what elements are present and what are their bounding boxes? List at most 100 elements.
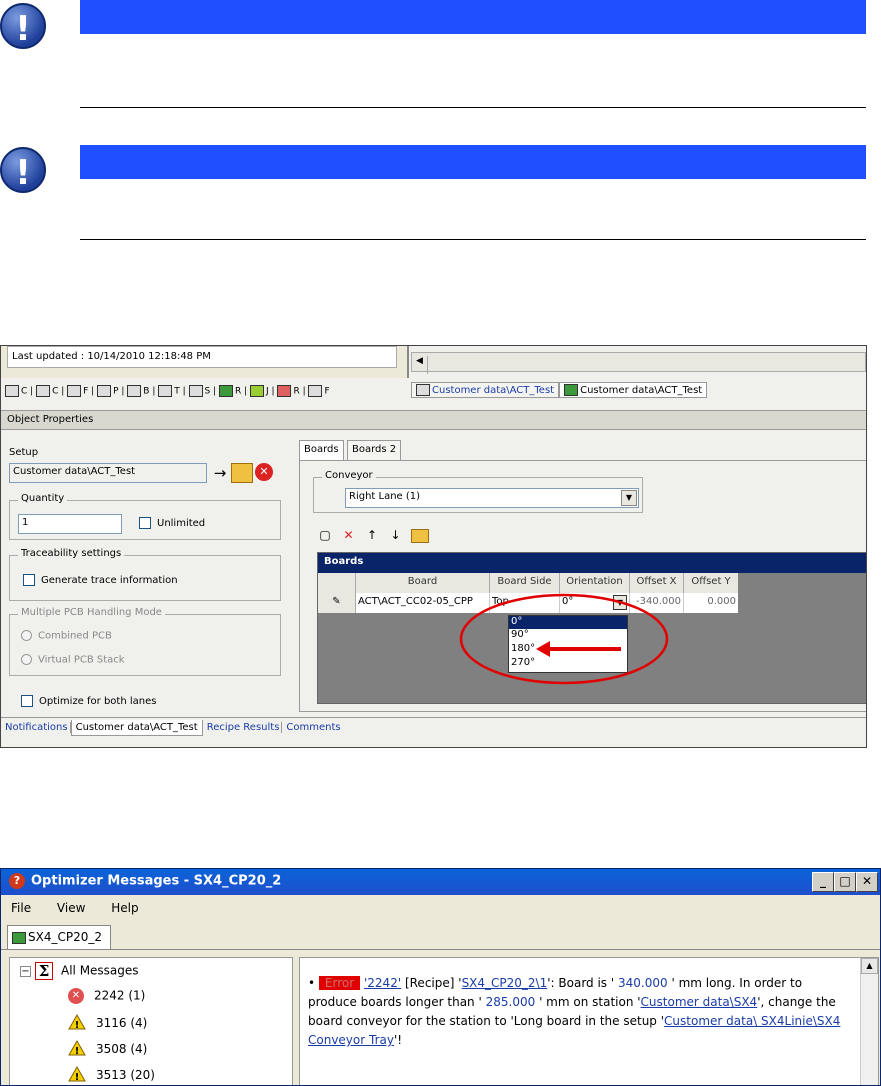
tab-comments[interactable]: Comments [282, 722, 344, 733]
tab-boards-2[interactable]: Boards 2 [347, 440, 402, 460]
horizontal-scrollbar[interactable]: ◀ [411, 352, 866, 374]
col-board-side[interactable]: Board Side [490, 573, 560, 593]
move-down-icon[interactable]: ↓ [388, 528, 404, 542]
new-icon[interactable]: ▢ [317, 528, 333, 542]
checkbox-box[interactable] [139, 517, 151, 529]
last-updated-panel: Last updated : 10/14/2010 12:18:48 PM [7, 346, 397, 368]
svg-text:!: ! [75, 1072, 80, 1082]
highlight-arrow-head [536, 641, 550, 657]
vertical-scrollbar[interactable]: ▲ [860, 958, 878, 1085]
message-detail: • Error '2242' [Recipe] 'SX4_CP20_2\1': … [299, 957, 879, 1085]
cell-offset-y[interactable]: 0.000 [684, 593, 738, 613]
svg-text:!: ! [75, 1046, 80, 1056]
unlimited-checkbox[interactable]: Unlimited [139, 517, 205, 529]
job-icon[interactable] [250, 385, 265, 397]
minimize-button[interactable]: _ [812, 872, 834, 892]
tree-item[interactable]: ! 3513 (20) [68, 1065, 155, 1085]
note-divider [80, 107, 866, 108]
combined-pcb-radio[interactable]: Combined PCB [21, 630, 112, 642]
note-header-bar [80, 0, 866, 34]
generate-trace-checkbox[interactable]: Generate trace information [23, 574, 178, 586]
panel-title: Object Properties [7, 414, 94, 425]
note-divider [80, 239, 866, 240]
menu-bar: File View Help [1, 898, 149, 920]
dropdown-arrow-icon[interactable]: ▼ [621, 490, 637, 506]
move-up-icon[interactable]: ↑ [364, 528, 380, 542]
menu-view[interactable]: View [57, 901, 85, 915]
highlight-circle [459, 593, 669, 685]
close-button[interactable]: ✕ [856, 872, 878, 892]
col-orientation[interactable]: Orientation [560, 573, 630, 593]
open-folder-icon[interactable] [411, 529, 429, 543]
feeder-icon[interactable] [67, 385, 82, 397]
exclamation-icon: ! [0, 3, 46, 49]
warning-icon: ! [68, 1065, 86, 1085]
tab-sx4[interactable]: SX4_CP20_2 [7, 925, 111, 949]
tab-notifications[interactable]: Notifications [1, 722, 71, 733]
tree-item[interactable]: ! 3116 (4) [68, 1013, 147, 1033]
col-board[interactable]: Board [356, 573, 490, 593]
col-offset-x[interactable]: Offset X [630, 573, 684, 593]
radio-button[interactable] [21, 630, 32, 641]
open-folder-icon[interactable] [231, 463, 253, 483]
window-title: Optimizer Messages - SX4_CP20_2 [31, 873, 282, 889]
setup-screenshot: Last updated : 10/14/2010 12:18:48 PM ◀ … [0, 345, 867, 748]
bottom-tab-strip: Notifications Customer data\ACT_Test Recip… [1, 717, 866, 739]
breadcrumb-tab[interactable]: Customer data\ACT_Test [559, 382, 708, 398]
title-bar: ? Optimizer Messages - SX4_CP20_2 _ □ ✕ [1, 869, 880, 895]
tree-item[interactable]: ✕ 2242 (1) [68, 988, 145, 1004]
virtual-pcb-radio[interactable]: Virtual PCB Stack [21, 654, 125, 666]
clear-icon[interactable]: ✕ [255, 463, 273, 481]
tab-customer-data[interactable]: Customer data\ACT_Test [70, 720, 203, 736]
last-updated-text: Last updated : 10/14/2010 12:18:48 PM [12, 351, 211, 362]
app-icon: ? [9, 873, 25, 889]
result-icon[interactable] [277, 385, 292, 397]
file-icon[interactable] [308, 385, 323, 397]
highlight-annotation [459, 593, 669, 685]
checkbox-box[interactable] [23, 574, 35, 586]
menu-file[interactable]: File [11, 901, 31, 915]
recipe-link[interactable]: SX4_CP20_2\1 [462, 976, 548, 990]
pcb-icon[interactable] [97, 385, 112, 397]
setup-field[interactable]: Customer data\ACT_Test [9, 463, 207, 483]
scroll-left-icon[interactable]: ◀ [412, 356, 428, 374]
tree-item[interactable]: ! 3508 (4) [68, 1039, 147, 1059]
collapse-icon[interactable]: − [20, 965, 31, 977]
edit-pen-icon: ✎ [318, 593, 356, 613]
boards-tab-strip: Boards Boards 2 [299, 440, 866, 461]
station-toolbar: C | C | F | P | B | T | S | R | J | R | … [1, 382, 406, 402]
delete-icon[interactable]: ✕ [341, 528, 357, 542]
station-icon[interactable] [188, 385, 203, 397]
recipe-icon[interactable] [218, 385, 233, 397]
recipe-icon [12, 931, 26, 944]
conveyor-select[interactable]: Right Lane (1) ▼ [345, 488, 639, 508]
checkbox-box[interactable] [21, 695, 33, 707]
tree-root[interactable]: − Σ All Messages [20, 962, 139, 980]
tab-boards[interactable]: Boards [299, 440, 344, 461]
station-link[interactable]: Customer data\SX4 [641, 995, 758, 1009]
recipe-icon [564, 384, 579, 396]
menu-help[interactable]: Help [111, 901, 138, 915]
board-icon[interactable] [127, 385, 142, 397]
component-icon[interactable] [5, 385, 19, 397]
grid-header-row: Board Board Side Orientation Offset X Of… [318, 573, 738, 593]
error-icon: ✕ [68, 988, 84, 1004]
assign-arrow-icon[interactable]: → [209, 463, 231, 483]
breadcrumb-tab[interactable]: Customer data\ACT_Test [411, 382, 560, 398]
warning-icon: ! [68, 1039, 86, 1059]
table-icon[interactable] [158, 385, 173, 397]
col-offset-y[interactable]: Offset Y [684, 573, 738, 593]
maximize-button[interactable]: □ [834, 872, 856, 892]
error-code-link[interactable]: '2242' [364, 976, 401, 990]
note-header-bar [80, 145, 866, 179]
warning-icon: ! [68, 1013, 86, 1033]
optimize-lanes-checkbox[interactable]: Optimize for both lanes [21, 695, 156, 707]
exclamation-icon: ! [0, 147, 46, 193]
tab-recipe-results[interactable]: Recipe Results [202, 722, 283, 733]
radio-button[interactable] [21, 654, 32, 665]
setup-label: Setup [9, 447, 39, 458]
component-icon[interactable] [36, 385, 51, 397]
message-text: • Error '2242' [Recipe] 'SX4_CP20_2\1': … [308, 976, 841, 1047]
scroll-up-icon[interactable]: ▲ [861, 958, 878, 974]
quantity-input[interactable]: 1 [18, 514, 122, 534]
